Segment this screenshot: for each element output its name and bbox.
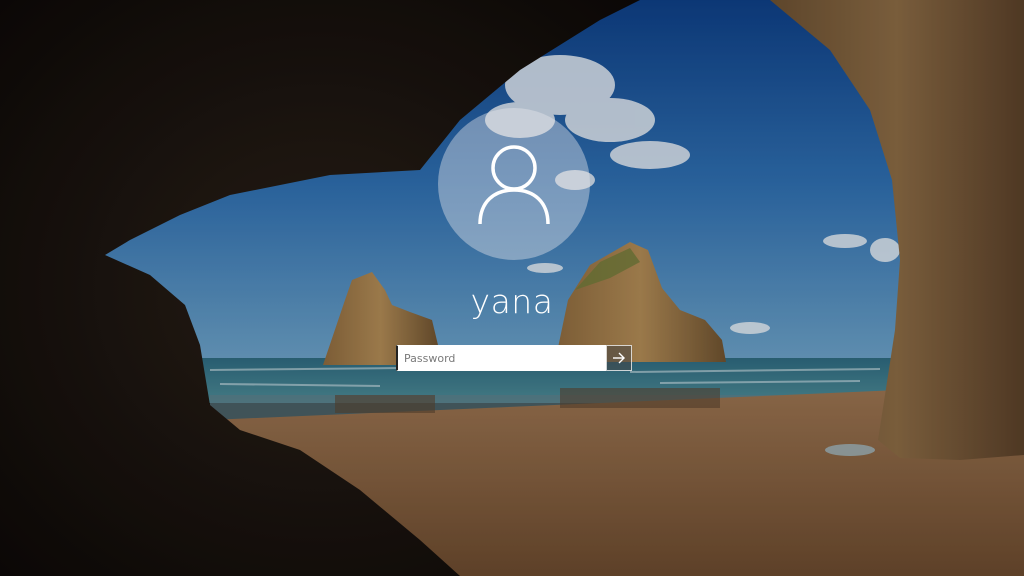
- avatar: [438, 108, 590, 260]
- password-field[interactable]: [396, 345, 606, 371]
- login-panel: yana: [0, 0, 1024, 576]
- arrow-right-icon: [613, 352, 625, 364]
- user-silhouette-icon: [478, 145, 550, 225]
- user-name: yana: [470, 282, 554, 321]
- lock-screen: yana: [0, 0, 1024, 576]
- submit-button[interactable]: [606, 345, 632, 371]
- password-row: [396, 345, 632, 371]
